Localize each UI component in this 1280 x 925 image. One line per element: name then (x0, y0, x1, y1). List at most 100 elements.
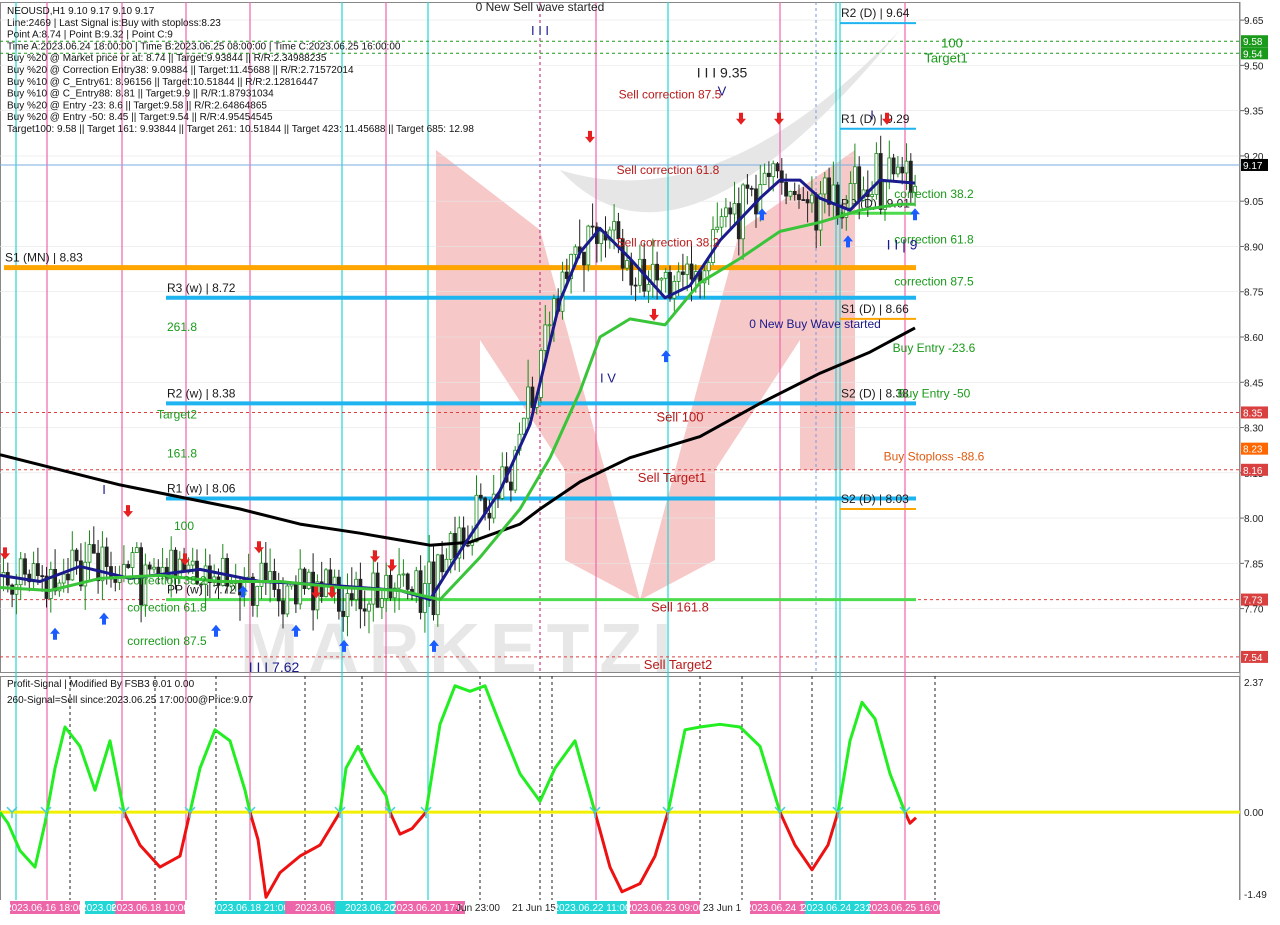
candle-body (904, 160, 909, 174)
candle-body (706, 262, 711, 272)
price-badge-label: 8.35 (1243, 408, 1263, 419)
candle-body (835, 184, 840, 218)
price-tick-label: 9.35 (1244, 107, 1264, 118)
chart-annotation: Buy Entry -50 (898, 386, 971, 400)
candle-body (767, 172, 771, 178)
time-tick-label: 2023.06.18 21:00 (211, 903, 289, 914)
candle-body (526, 386, 530, 419)
candle-body (367, 603, 371, 612)
candle-body (625, 260, 629, 269)
candle-body (113, 578, 118, 583)
price-badge-label: 7.73 (1243, 596, 1263, 607)
chart-annotation: Sell correction 61.8 (617, 163, 720, 177)
candle-body (40, 575, 45, 578)
price-tick-label: 9.50 (1244, 61, 1264, 72)
time-tick-label: 23 Jun 1 (703, 903, 742, 914)
candle-body (689, 263, 694, 280)
chart-annotation: Sell 161.8 (651, 600, 709, 615)
price-tick-label: 9.05 (1244, 197, 1264, 208)
candle-body (900, 166, 905, 174)
oscillator-subtitle: 260-Signal=Sell since:2023.06.25 17:00:0… (7, 695, 254, 706)
candle-body (465, 544, 470, 547)
candle-body (547, 324, 552, 327)
candle-body (590, 225, 595, 228)
candle-body (474, 494, 479, 543)
price-tick-label: 8.00 (1244, 514, 1264, 525)
candle-body (134, 547, 139, 553)
time-tick-label: 2023.06.22 11:00 (553, 903, 631, 914)
info-line: Target100: 9.58 || Target 161: 9.93844 |… (7, 124, 474, 135)
candle-body (732, 203, 737, 215)
price-badge-label: 9.54 (1243, 49, 1263, 60)
info-line: Point A:8.74 | Point B:9.32 | Point C:9 (7, 30, 173, 41)
time-tick-label: 2023.06.25 16:00 (866, 903, 944, 914)
chart-annotation: Sell Target2 (644, 657, 712, 672)
price-badge-label: 9.58 (1243, 37, 1263, 48)
candle-body (276, 589, 281, 602)
candle-body (152, 566, 156, 570)
chart-annotation: 161.8 (167, 447, 197, 461)
info-line: NEOUSD,H1 9.10 9.17 9.10 9.17 (7, 6, 155, 17)
pivot-label: R2 (D) | 9.64 (841, 6, 910, 20)
candle-body (96, 552, 100, 582)
candle-body (655, 263, 659, 281)
chart-annotation: Sell correction 38.2 (617, 235, 720, 249)
chart-annotation: 100 (941, 35, 963, 50)
candle-body (564, 271, 569, 279)
candle-body (336, 576, 341, 612)
pivot-label: R1 (w) | 8.06 (167, 481, 236, 495)
candle-body (298, 568, 303, 605)
candle-body (100, 546, 105, 582)
time-tick-label: 2023.06.16 18:00 (6, 903, 84, 914)
candle-body (771, 163, 776, 178)
candle-body (362, 608, 367, 612)
info-line: Buy %20 @ Correction Entry38: 9.09884 ||… (7, 65, 354, 76)
chart-annotation: Target2 (157, 407, 197, 421)
candle-body (599, 231, 604, 244)
time-tick-label: 21 Jun 15 (512, 903, 556, 914)
candle-body (822, 177, 827, 195)
candle-body (749, 187, 754, 190)
candle-body (358, 578, 363, 610)
candle-body (324, 569, 328, 598)
candle-body (788, 190, 793, 197)
candle-body (5, 572, 10, 586)
chart-annotation: correction 38.2 (127, 573, 207, 587)
price-axis-bg (1240, 0, 1280, 920)
candle-body (848, 183, 853, 209)
candle-body (487, 512, 492, 519)
candle-body (874, 153, 879, 195)
candle-body (676, 271, 681, 282)
candle-body (418, 570, 423, 613)
candle-body (762, 172, 767, 186)
pivot-label: S2 (D) | 8.03 (841, 492, 909, 506)
trading-chart[interactable]: MARKETZI S1 (MN) | 8.83 R3 (w) | 8.72 R2 (… (0, 0, 1280, 920)
chart-annotation: I I I 7.62 (249, 659, 300, 675)
candle-body (87, 544, 92, 563)
candle-body (229, 583, 234, 587)
chart-canvas[interactable]: MARKETZI S1 (MN) | 8.83 R3 (w) | 8.72 R2 (… (0, 0, 1280, 920)
candle-body (810, 194, 814, 204)
candle-body (775, 163, 780, 172)
candle-body (792, 190, 797, 195)
candle-body (453, 533, 457, 559)
info-line: Line:2469 | Last Signal is:Buy with stop… (7, 18, 221, 29)
osc-tick-label: 2.37 (1244, 678, 1264, 689)
watermark-text: MARKETZI (240, 609, 682, 687)
oscillator-title: Profit-Signal | Modified By FSB3 0.01 0.… (7, 679, 195, 690)
candle-body (414, 570, 419, 595)
candle-body (293, 583, 298, 605)
candle-body (306, 571, 311, 589)
chart-annotation: I I I (531, 23, 549, 38)
chart-annotation: I (870, 108, 874, 123)
chart-annotation: I (102, 482, 106, 497)
candle-body (388, 574, 393, 599)
chart-annotation: Buy Entry -23.6 (893, 341, 976, 355)
chart-annotation: I I | 9 (887, 236, 918, 252)
candle-body (332, 576, 337, 585)
candle-body (896, 166, 900, 175)
candle-body (543, 324, 548, 351)
chart-annotation: Sell 100 (657, 410, 704, 425)
chart-annotation: 0 New Buy Wave started (749, 317, 881, 331)
chart-annotation: 0 New Sell wave started (476, 0, 605, 14)
